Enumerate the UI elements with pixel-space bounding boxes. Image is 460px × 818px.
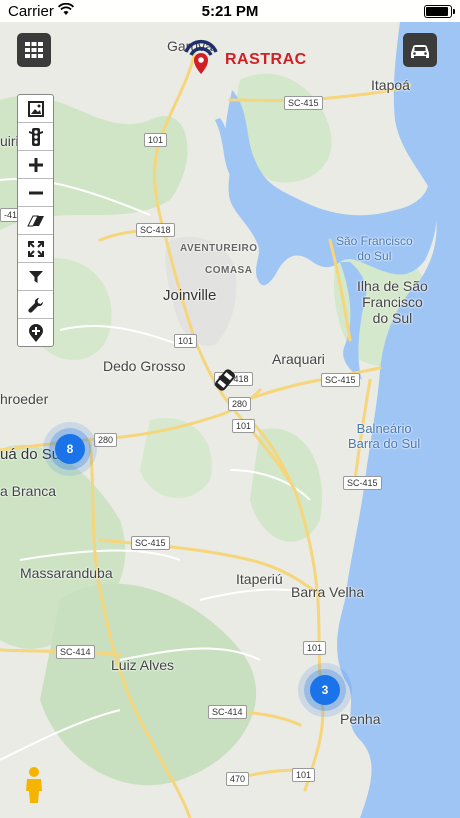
- vehicle-cluster-marker[interactable]: 8: [55, 434, 85, 464]
- car-icon: [411, 45, 429, 58]
- status-bar: Carrier 5:21 PM: [0, 0, 460, 22]
- place-schroeder: hroeder: [0, 391, 49, 407]
- place-comasa: COMASA: [205, 265, 253, 276]
- road-470: 470: [226, 772, 250, 786]
- place-branca: a Branca: [0, 483, 57, 499]
- grid-icon: [25, 42, 43, 58]
- add-location-icon: [28, 323, 43, 342]
- menu-grid-button[interactable]: [17, 33, 51, 67]
- road-101: 101: [144, 133, 168, 147]
- tools-button[interactable]: [18, 291, 53, 319]
- image-icon: [27, 100, 44, 117]
- road-sc415: SC-415: [343, 476, 382, 490]
- road-sc415: SC-415: [284, 96, 323, 110]
- place-guaramirim: uá do Sul: [0, 446, 64, 463]
- expand-icon: [27, 240, 44, 257]
- road-280: 280: [228, 397, 252, 411]
- place-joinville: Joinville: [163, 287, 217, 304]
- rastrac-logo: RASTRAC: [178, 36, 318, 78]
- vehicles-button[interactable]: [403, 33, 437, 67]
- place-dedo-grosso: Dedo Grosso: [103, 358, 186, 374]
- map-type-button[interactable]: [18, 95, 53, 123]
- wrench-icon: [27, 297, 43, 313]
- status-time: 5:21 PM: [201, 3, 259, 20]
- road-101: 101: [232, 419, 256, 433]
- place-itapoa: Itapoá: [371, 77, 410, 93]
- filter-button[interactable]: [18, 263, 53, 291]
- traffic-button[interactable]: [18, 123, 53, 151]
- signal-pin-icon: [184, 39, 218, 74]
- battery-icon: [424, 5, 455, 18]
- road-sc418: SC-418: [136, 223, 175, 237]
- traffic-light-icon: [28, 127, 43, 146]
- plus-icon: [28, 157, 43, 172]
- car-marker-icon: [214, 369, 236, 391]
- add-location-button[interactable]: [18, 319, 53, 346]
- road-101: 101: [292, 768, 316, 782]
- road-101: 101: [303, 641, 327, 655]
- road-sc414: SC-414: [56, 645, 95, 659]
- place-aventureiro: AVENTUREIRO: [180, 243, 258, 254]
- place-massaranduba: Massaranduba: [20, 565, 113, 581]
- map-toolbar: [17, 94, 54, 347]
- fit-bounds-button[interactable]: [18, 235, 53, 263]
- street-view-pegman[interactable]: [24, 766, 44, 809]
- place-barra-velha: Barra Velha: [291, 584, 365, 600]
- road-sc415: SC-415: [321, 373, 360, 387]
- filter-icon: [28, 270, 43, 283]
- road-280: 280: [94, 433, 118, 447]
- place-araquari: Araquari: [272, 351, 325, 367]
- place-penha: Penha: [340, 711, 381, 727]
- place-itaperiu: Itaperiú: [236, 571, 283, 587]
- road-sc414: SC-414: [208, 705, 247, 719]
- zoom-out-button[interactable]: [18, 179, 53, 207]
- brand-name: RASTRAC: [225, 51, 307, 68]
- place-ilha: Ilha de São Francisco do Sul: [357, 278, 428, 326]
- zoom-in-button[interactable]: [18, 151, 53, 179]
- minus-icon: [28, 191, 43, 194]
- road-101: 101: [174, 334, 198, 348]
- place-balneario: Balneário Barra do Sul: [348, 421, 421, 451]
- place-luiz-alves: Luiz Alves: [111, 657, 175, 673]
- eraser-icon: [26, 215, 44, 226]
- vehicle-marker[interactable]: [212, 367, 238, 398]
- clear-button[interactable]: [18, 207, 53, 235]
- vehicle-cluster-marker[interactable]: 3: [310, 675, 340, 705]
- road-sc415: SC-415: [131, 536, 170, 550]
- pegman-icon: [26, 767, 42, 803]
- place-sao-francisco: São Francisco do Sul: [336, 234, 413, 263]
